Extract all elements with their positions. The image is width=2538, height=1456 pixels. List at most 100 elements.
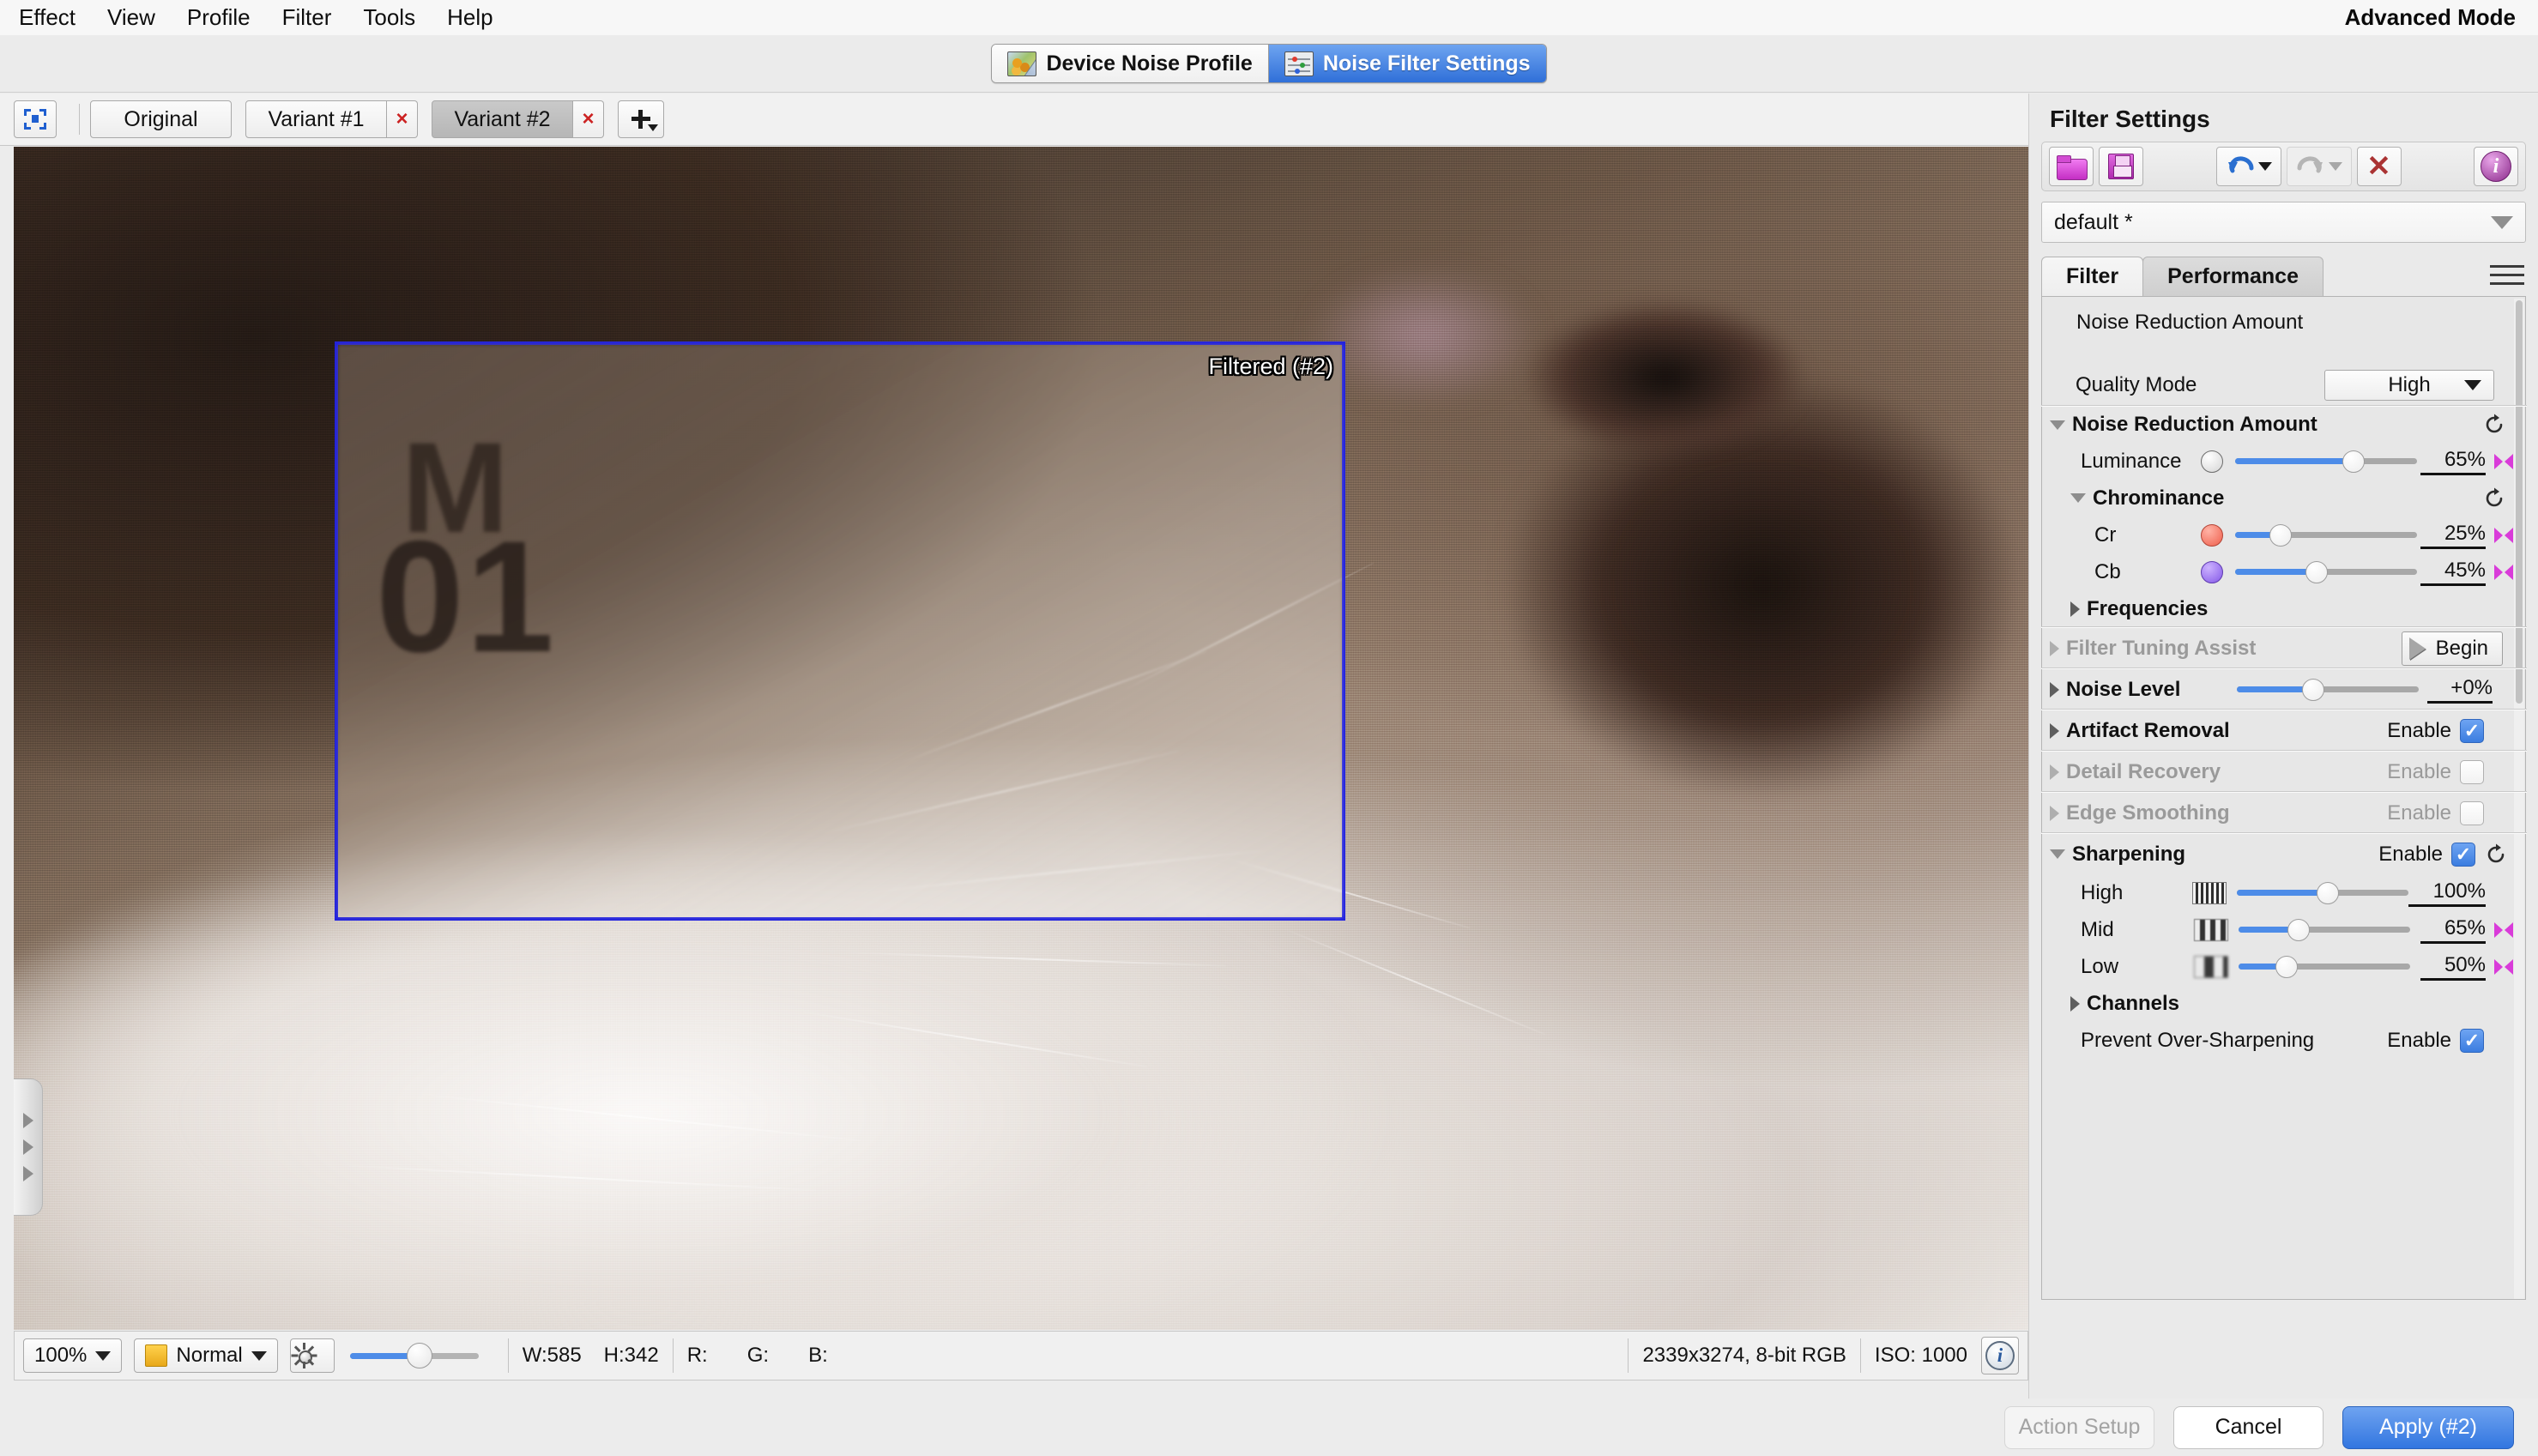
variant-tab-2-close-icon[interactable]: × [573, 100, 604, 138]
section-noise-reduction-amount[interactable]: Noise Reduction Amount [2041, 406, 2527, 443]
apply-button[interactable]: Apply (#2) [2342, 1405, 2514, 1449]
sharpen-high-value[interactable]: 100% [2408, 879, 2486, 907]
tab-performance-label: Performance [2167, 264, 2299, 288]
tab-filter[interactable]: Filter [2041, 257, 2144, 296]
disclosure-triangle-right-icon[interactable] [2070, 601, 2080, 617]
variant-tab-1-close-icon[interactable]: × [387, 100, 418, 138]
disclosure-triangle-right-icon[interactable] [2050, 805, 2059, 821]
disclosure-triangle-down-icon[interactable] [2050, 849, 2065, 859]
link-bowtie-icon[interactable] [2493, 956, 2515, 978]
open-preset-button[interactable] [2049, 147, 2094, 186]
add-variant-button[interactable] [618, 100, 664, 138]
menu-item-tools[interactable]: Tools [363, 0, 415, 35]
sharpening-checkbox[interactable] [2451, 842, 2475, 867]
tab-performance[interactable]: Performance [2142, 257, 2323, 296]
sharpening-enable-label: Enable [2378, 842, 2443, 866]
cb-value[interactable]: 45% [2420, 559, 2486, 586]
sharpen-mid-slider[interactable] [2239, 917, 2410, 943]
variant-tab-2[interactable]: Variant #2 [432, 100, 573, 138]
cr-value[interactable]: 25% [2420, 522, 2486, 549]
link-bowtie-icon[interactable] [2493, 561, 2515, 583]
menu-item-effect[interactable]: Effect [19, 0, 76, 35]
noise-reduction-label: Noise Reduction Amount [2072, 413, 2317, 436]
artifact-removal-checkbox[interactable] [2460, 718, 2484, 743]
cr-slider[interactable] [2235, 523, 2417, 548]
disclosure-triangle-down-icon[interactable] [2050, 420, 2065, 430]
green-channel-label: G: [746, 1344, 770, 1367]
sharpen-high-slider[interactable] [2236, 880, 2408, 906]
reset-icon[interactable] [2484, 843, 2508, 867]
cr-swatch-icon[interactable] [2201, 523, 2223, 547]
brightness-slider[interactable] [349, 1343, 479, 1368]
menu-item-profile[interactable]: Profile [187, 0, 251, 35]
hamburger-menu-icon[interactable] [2490, 265, 2524, 291]
delete-preset-button[interactable]: ✕ [2356, 147, 2402, 186]
disclosure-triangle-right-icon[interactable] [2050, 722, 2059, 739]
tab-noise-filter-settings-label: Noise Filter Settings [1322, 51, 1531, 76]
variant-tab-original[interactable]: Original [90, 100, 232, 138]
section-chrominance[interactable]: Chrominance [2041, 480, 2527, 517]
link-bowtie-icon[interactable] [2493, 919, 2515, 941]
variant-tab-1[interactable]: Variant #1 [245, 100, 387, 138]
noise-level-slider[interactable] [2237, 677, 2420, 703]
begin-button[interactable]: Begin [2401, 631, 2503, 666]
variant-tab-original-label: Original [124, 106, 198, 131]
action-setup-button[interactable]: Action Setup [2004, 1405, 2154, 1449]
prevent-over-sharpening-checkbox[interactable] [2460, 1028, 2484, 1053]
filtered-selection-box[interactable]: M 01 Filtered (#2) [335, 341, 1345, 921]
section-detail-recovery[interactable]: Detail Recovery Enable [2041, 751, 2527, 792]
cancel-button[interactable]: Cancel [2173, 1405, 2323, 1449]
menu-item-help[interactable]: Help [447, 0, 492, 35]
preset-dropdown[interactable]: default * [2041, 202, 2526, 243]
preset-toolbar: ✕ i [2041, 142, 2526, 191]
section-noise-level[interactable]: Noise Level +0% [2041, 668, 2527, 710]
section-channels[interactable]: Channels [2041, 985, 2527, 1022]
blend-mode-dropdown[interactable]: Normal [134, 1338, 278, 1373]
disclosure-triangle-right-icon[interactable] [2050, 640, 2059, 656]
sharpen-mid-value[interactable]: 65% [2420, 916, 2486, 944]
section-frequencies[interactable]: Frequencies [2041, 590, 2527, 627]
iso-label: ISO: 1000 [1874, 1344, 1967, 1367]
sharpen-low-slider[interactable] [2239, 954, 2410, 980]
select-region-button[interactable] [14, 100, 57, 138]
cr-label: Cr [2094, 523, 2117, 547]
disclosure-triangle-right-icon[interactable] [2070, 995, 2080, 1012]
brightness-button[interactable] [289, 1338, 335, 1373]
quality-mode-label: Quality Mode [2076, 373, 2197, 396]
disclosure-triangle-down-icon[interactable] [2070, 493, 2086, 503]
preset-value: default * [2054, 209, 2133, 234]
tab-noise-filter-settings[interactable]: Noise Filter Settings [1268, 45, 1546, 82]
tab-device-noise-profile[interactable]: Device Noise Profile [992, 45, 1269, 82]
disclosure-triangle-right-icon[interactable] [2050, 681, 2059, 698]
image-info-button[interactable]: i [1981, 1337, 2019, 1374]
section-filter-tuning-assist[interactable]: Filter Tuning Assist Begin [2041, 627, 2527, 668]
redo-button[interactable] [2286, 147, 2352, 186]
frequency-thumbnail-mid-icon [2194, 918, 2228, 941]
reset-icon[interactable] [2482, 413, 2506, 437]
sharpen-low-value[interactable]: 50% [2420, 953, 2486, 981]
preset-info-button[interactable]: i [2474, 147, 2518, 186]
luminance-swatch-icon[interactable] [2201, 450, 2223, 473]
menu-item-filter[interactable]: Filter [282, 0, 332, 35]
edge-smoothing-checkbox[interactable] [2460, 800, 2484, 825]
disclosure-triangle-right-icon[interactable] [2050, 764, 2059, 780]
noise-level-value[interactable]: +0% [2427, 676, 2493, 704]
quality-mode-dropdown[interactable]: High [2324, 370, 2494, 401]
menu-item-view[interactable]: View [107, 0, 155, 35]
luminance-value[interactable]: 65% [2420, 448, 2486, 475]
zoom-level-dropdown[interactable]: 100% [23, 1338, 123, 1373]
panel-collapse-handle[interactable] [14, 1078, 43, 1216]
undo-button[interactable] [2215, 147, 2281, 186]
section-edge-smoothing[interactable]: Edge Smoothing Enable [2041, 792, 2527, 833]
save-preset-button[interactable] [2099, 147, 2143, 186]
section-sharpening[interactable]: Sharpening Enable [2041, 833, 2527, 874]
section-artifact-removal[interactable]: Artifact Removal Enable [2041, 710, 2527, 751]
image-preview-canvas[interactable]: M 01 Filtered (#2) [14, 147, 2028, 1330]
cb-slider[interactable] [2235, 559, 2417, 585]
luminance-slider[interactable] [2235, 449, 2417, 474]
link-bowtie-icon[interactable] [2493, 450, 2515, 473]
link-bowtie-icon[interactable] [2493, 524, 2515, 547]
reset-icon[interactable] [2482, 486, 2506, 511]
detail-recovery-checkbox[interactable] [2460, 759, 2484, 784]
cb-swatch-icon[interactable] [2201, 560, 2223, 583]
